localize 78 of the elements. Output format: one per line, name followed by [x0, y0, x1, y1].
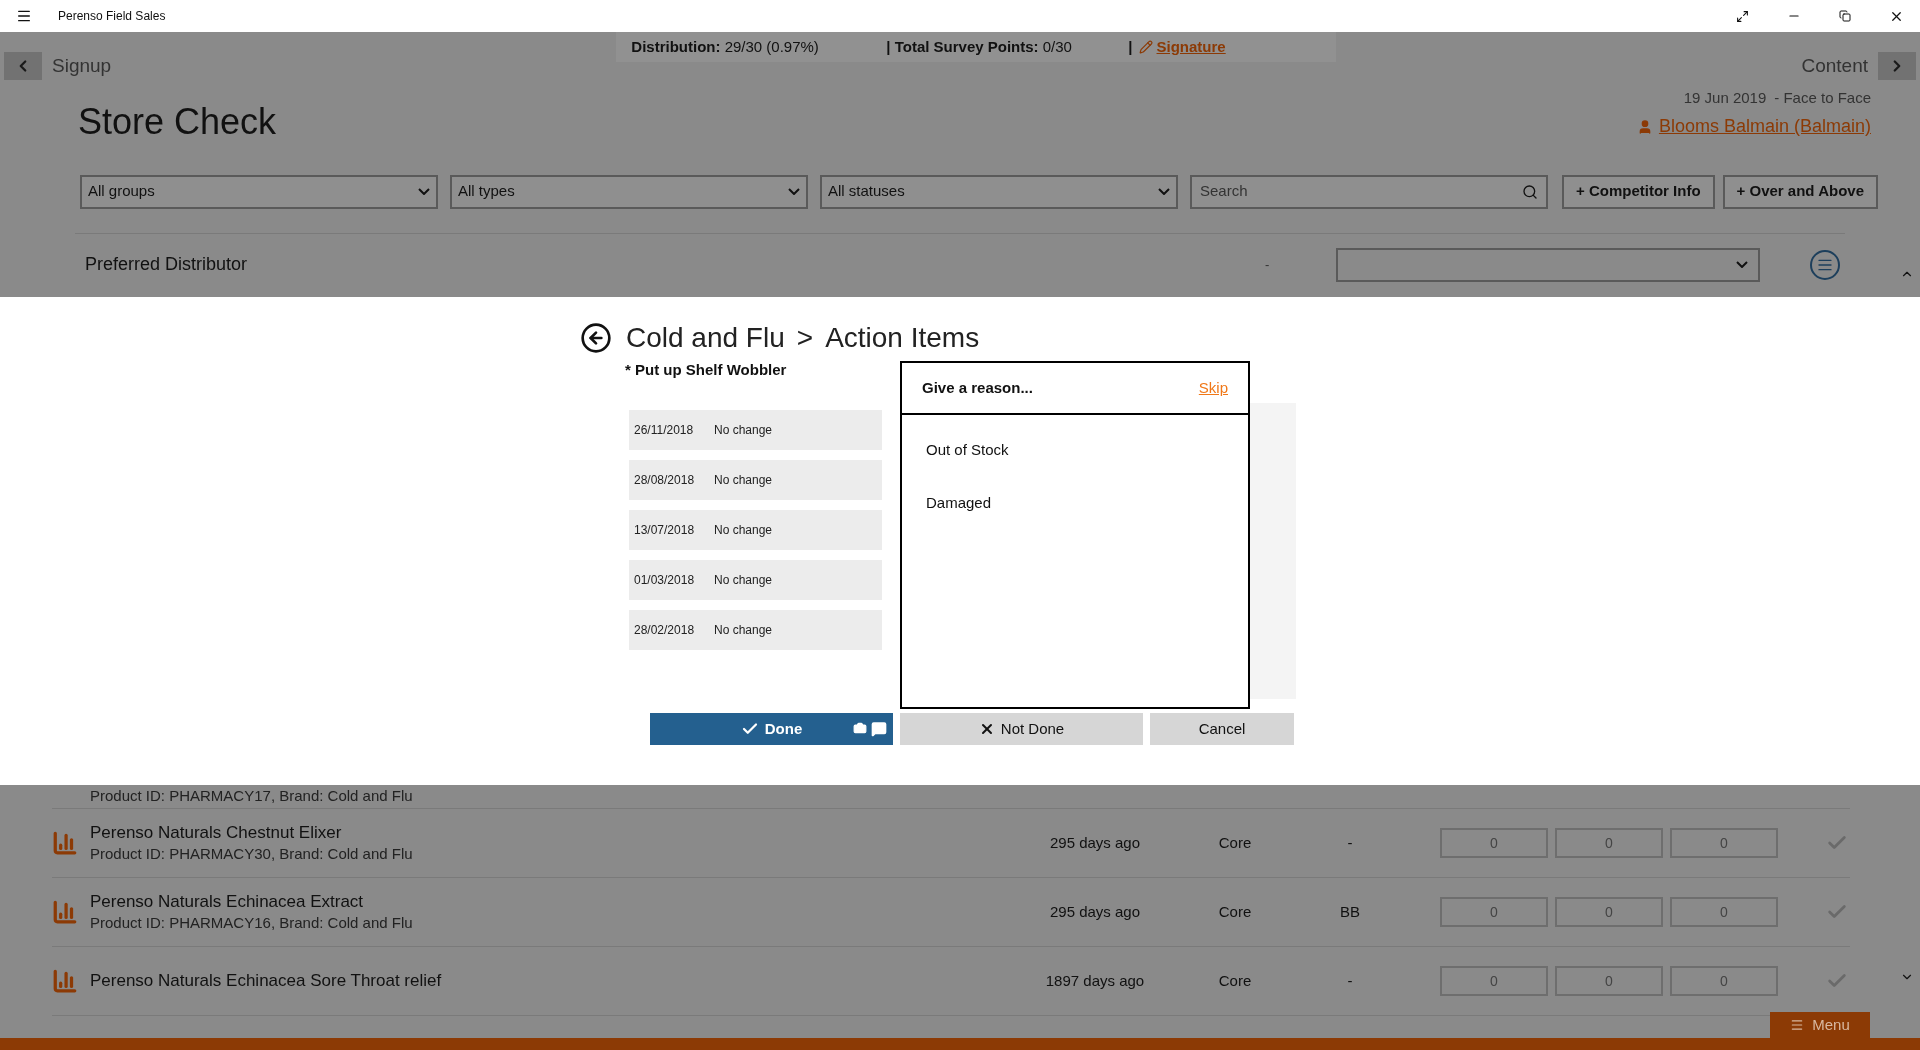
- comment-icon: [871, 721, 887, 737]
- not-done-button[interactable]: Not Done: [900, 713, 1143, 745]
- product-name: Perenso Naturals Echinacea Sore Throat relief: [90, 970, 443, 992]
- signature-link[interactable]: Signature: [1156, 35, 1226, 59]
- count-field[interactable]: 0: [1440, 966, 1548, 996]
- menu-icon[interactable]: [16, 8, 32, 24]
- bar-chart-icon[interactable]: [52, 968, 78, 994]
- range-text: Core: [1217, 901, 1253, 922]
- range-text: Core: [1217, 832, 1253, 853]
- filter-dropdown[interactable]: All groups: [80, 174, 438, 209]
- separator-text: |: [1128, 36, 1133, 57]
- count-field[interactable]: 0: [1440, 828, 1548, 858]
- last-checked-text: 1897 days ago: [1044, 970, 1146, 991]
- product-detail: Product ID: PHARMACY17, Brand: Cold and Flu: [90, 786, 414, 806]
- product-name: Perenso Naturals Echinacea Extract: [90, 891, 365, 913]
- done-button[interactable]: Done: [650, 713, 893, 745]
- restore-icon[interactable]: [1839, 10, 1851, 22]
- bar-chart-icon[interactable]: [52, 899, 78, 925]
- window-title: Perenso Field Sales: [58, 8, 166, 25]
- full-screen-icon[interactable]: [1736, 9, 1749, 23]
- pencil-icon: [1138, 40, 1153, 54]
- distributor-value: -: [1265, 255, 1271, 274]
- count-field[interactable]: 0: [1670, 897, 1778, 927]
- filter-dropdown[interactable]: All types: [450, 174, 808, 209]
- chevron-down-icon: [1158, 188, 1170, 195]
- visit-type: - Face to Face: [1774, 87, 1871, 108]
- range-text: Core: [1217, 970, 1253, 991]
- product-detail: Product ID: PHARMACY30, Brand: Cold and Flu: [90, 844, 414, 864]
- product-detail: Product ID: PHARMACY16, Brand: Cold and Flu: [90, 913, 414, 933]
- history-row: 01/03/2018 No change: [629, 559, 882, 600]
- survey-points-text: | Total Survey Points: 0/30: [886, 36, 1073, 57]
- reason-option[interactable]: Out of Stock: [926, 439, 1224, 462]
- history-row: 26/11/2018 No change: [629, 409, 882, 450]
- bar-chart-icon[interactable]: [52, 830, 78, 856]
- last-checked-text: 295 days ago: [1048, 901, 1142, 922]
- count-field[interactable]: 0: [1670, 966, 1778, 996]
- count-field[interactable]: 0: [1670, 828, 1778, 858]
- chevron-down-icon: [788, 188, 800, 195]
- preferred-distributor-label: Preferred Distributor: [85, 253, 249, 276]
- product-name: Perenso Naturals Chestnut Elixer: [90, 822, 343, 844]
- breadcrumb-link[interactable]: Cold and Flu: [626, 317, 785, 359]
- menu-icon: [1790, 1018, 1805, 1032]
- back-label[interactable]: Signup: [52, 52, 112, 81]
- visit-date: 19 Jun 2019: [1683, 87, 1767, 108]
- filter-dropdown[interactable]: All statuses: [820, 174, 1178, 209]
- code-text: -: [1346, 832, 1354, 853]
- breadcrumb-separator: >: [796, 321, 814, 355]
- cancel-button[interactable]: Cancel: [1150, 713, 1294, 745]
- last-checked-text: 295 days ago: [1048, 832, 1142, 853]
- history-row: 28/02/2018 No change: [629, 609, 882, 650]
- history-row: 13/07/2018 No change: [629, 509, 882, 550]
- count-field[interactable]: 0: [1555, 966, 1663, 996]
- customer-link[interactable]: Blooms Balmain (Balmain): [1658, 113, 1871, 140]
- camera-icon: [853, 721, 867, 735]
- count-field[interactable]: 0: [1555, 897, 1663, 927]
- search-field[interactable]: Search: [1190, 174, 1548, 209]
- back-button[interactable]: [4, 52, 42, 81]
- page-title: Store Check: [78, 99, 277, 144]
- search-icon: [1522, 183, 1538, 200]
- forward-label[interactable]: Content: [1801, 52, 1868, 81]
- code-text: -: [1346, 970, 1354, 991]
- history-row: 28/08/2018 No change: [629, 459, 882, 500]
- count-field[interactable]: 0: [1440, 897, 1548, 927]
- chevron-down-icon: [418, 188, 430, 195]
- distribution-text: Distribution: 29/30 (0.97%): [631, 36, 820, 57]
- popup-title: Give a reason...: [922, 377, 1033, 398]
- action-item-label: * Put up Shelf Wobbler: [625, 360, 788, 380]
- code-text: BB: [1339, 901, 1361, 922]
- count-field[interactable]: 0: [1555, 828, 1663, 858]
- add-button[interactable]: + Competitor Info: [1562, 174, 1715, 209]
- forward-button[interactable]: [1878, 52, 1916, 81]
- chevron-down-icon: [1736, 261, 1748, 268]
- menu-button[interactable]: Menu: [1770, 1012, 1870, 1038]
- add-button[interactable]: + Over and Above: [1722, 174, 1878, 209]
- dialog-title: Action Items: [825, 321, 980, 355]
- skip-link[interactable]: Skip: [1198, 376, 1228, 400]
- list-menu-icon[interactable]: [1810, 249, 1840, 280]
- reason-option[interactable]: Damaged: [926, 491, 1224, 514]
